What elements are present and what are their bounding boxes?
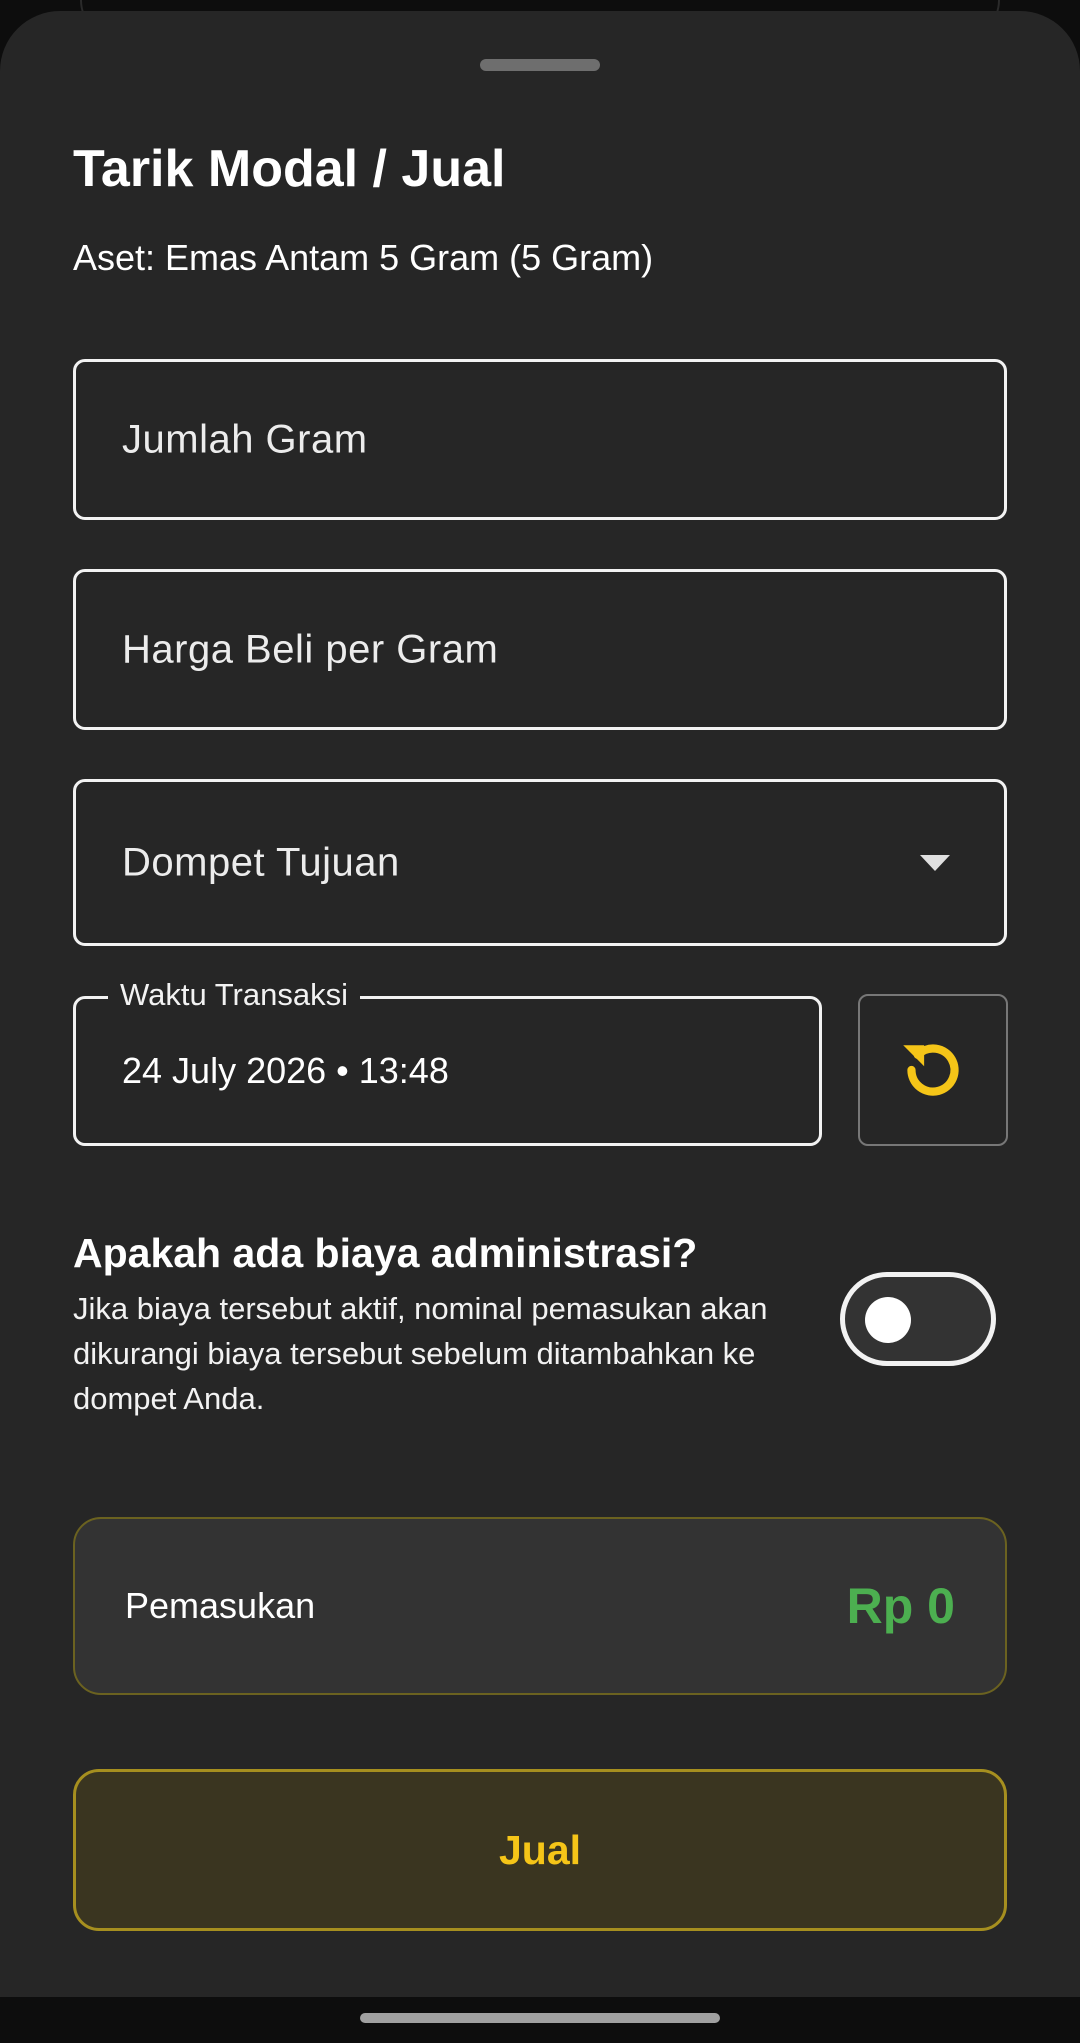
sell-button-label: Jual: [498, 1826, 582, 1873]
transaction-time-value: 24 July 2026 • 13:48: [122, 1050, 449, 1091]
destination-wallet-select[interactable]: Dompet Tujuan: [73, 779, 1007, 946]
admin-fee-description: Jika biaya tersebut aktif, nominal pemas…: [73, 1291, 768, 1416]
drag-handle[interactable]: [480, 59, 600, 71]
admin-fee-title: Apakah ada biaya administrasi?: [73, 1230, 698, 1276]
destination-wallet-placeholder: Dompet Tujuan: [122, 840, 400, 884]
sell-bottom-sheet: Tarik Modal / Jual Aset: Emas Antam 5 Gr…: [0, 11, 1080, 1997]
gram-amount-placeholder: Jumlah Gram: [122, 417, 368, 461]
transaction-time-field[interactable]: Waktu Transaksi 24 July 2026 • 13:48: [73, 975, 822, 1146]
admin-fee-toggle[interactable]: [840, 1272, 996, 1366]
toggle-knob: [865, 1297, 911, 1343]
income-label: Pemasukan: [125, 1585, 316, 1626]
home-indicator[interactable]: [360, 2013, 720, 2023]
chevron-down-icon: [920, 854, 950, 871]
reset-time-button[interactable]: [858, 994, 1008, 1146]
sheet-title: Tarik Modal / Jual: [73, 140, 506, 198]
screen: Tarik Modal / Jual Aset: Emas Antam 5 Gr…: [0, 0, 1080, 2043]
price-per-gram-placeholder: Harga Beli per Gram: [122, 627, 499, 671]
sell-button[interactable]: Jual: [73, 1769, 1007, 1931]
gram-amount-input[interactable]: Jumlah Gram: [73, 359, 1007, 520]
income-value: Rp 0: [846, 1578, 955, 1634]
income-summary: Pemasukan Rp 0: [73, 1517, 1007, 1695]
reset-time-icon: [903, 1044, 959, 1096]
asset-info: Aset: Emas Antam 5 Gram (5 Gram): [73, 237, 654, 278]
transaction-time-label: Waktu Transaksi: [108, 975, 360, 1015]
price-per-gram-input[interactable]: Harga Beli per Gram: [73, 569, 1007, 730]
